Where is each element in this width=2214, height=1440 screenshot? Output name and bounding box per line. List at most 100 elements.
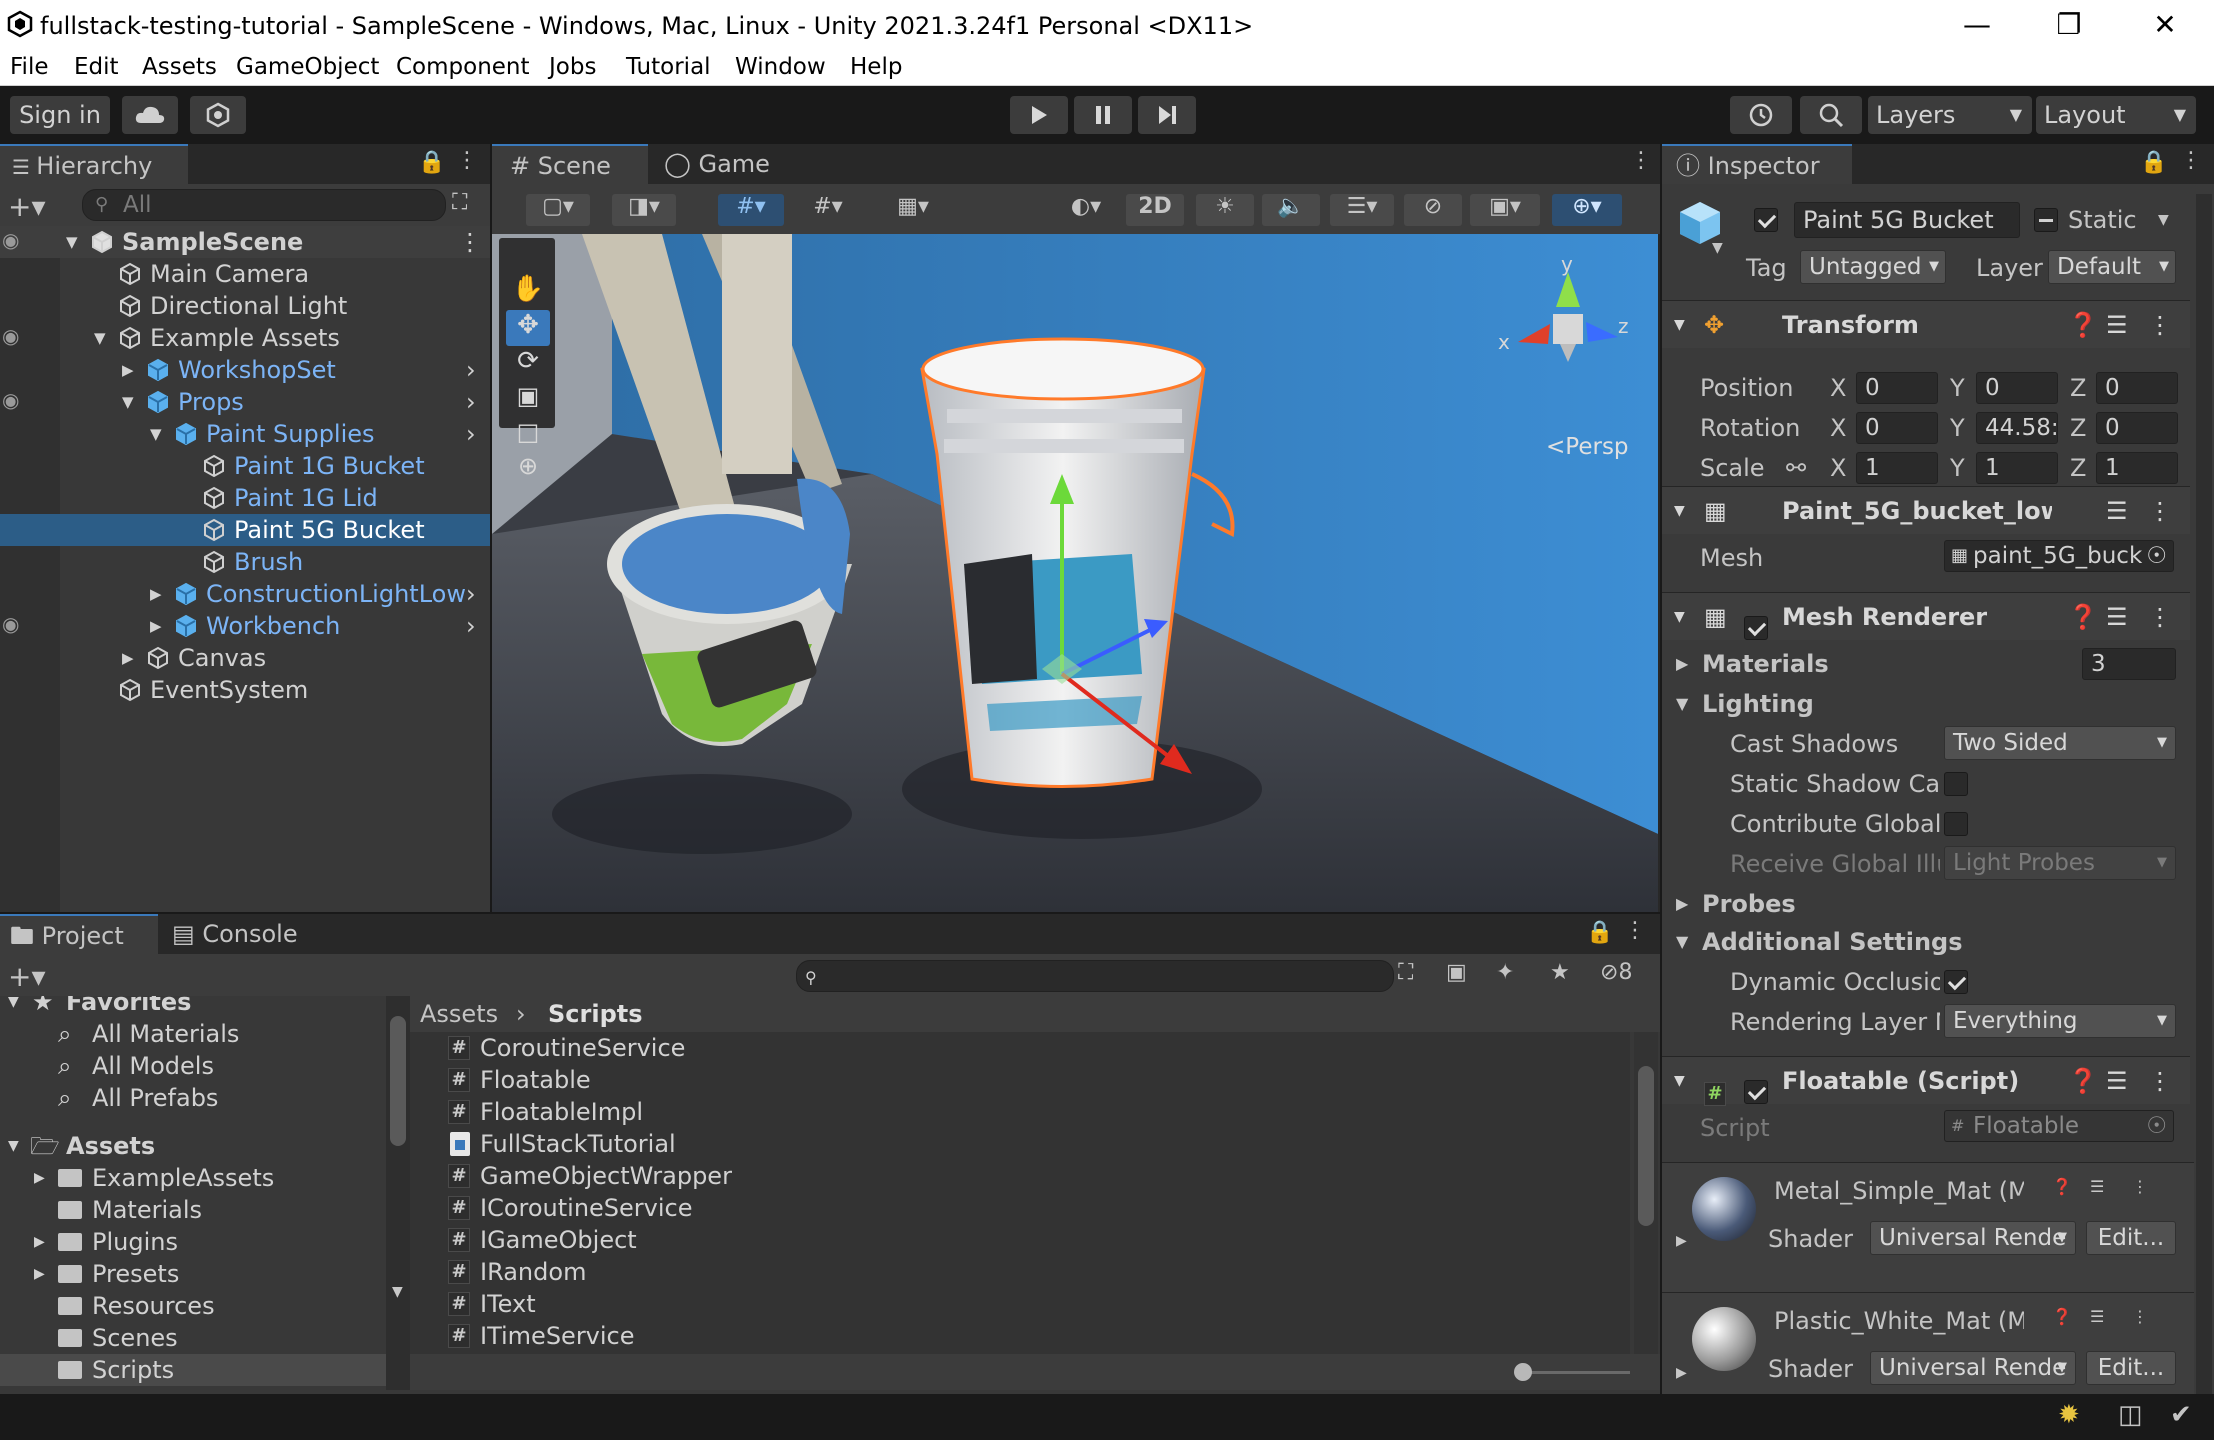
rotation-y-field[interactable]: 44.58: [1976, 412, 2058, 444]
scene-viewport[interactable]: ✋ ✥ ⟳ ▣ □ ⊕ y x z <Persp [492, 234, 1658, 912]
hierarchy-item[interactable]: ▶ Workbench › [0, 610, 490, 642]
maximize-button[interactable]: ❐ [2034, 4, 2104, 46]
scale-tool-icon[interactable]: ▣ [506, 382, 550, 418]
prefab-open-icon[interactable]: › [466, 386, 476, 418]
chevron-down-icon[interactable]: ▼ [1712, 240, 1723, 256]
hierarchy-item[interactable]: ▼ Example Assets [0, 322, 490, 354]
dynamic-occlusion-checkbox[interactable] [1944, 970, 1968, 994]
tab-project[interactable]: 🖿 Project [0, 914, 158, 954]
project-search-input[interactable]: ⚲ [796, 960, 1394, 992]
presets-icon[interactable]: ☰ [2090, 1177, 2104, 1196]
scale-z-field[interactable]: 1 [2096, 452, 2178, 484]
label-tag-icon[interactable]: ✦ [1496, 960, 1514, 985]
visibility-eye-icon[interactable]: ◉ [2, 388, 19, 412]
layout-dropdown[interactable]: Layout ▼ [2036, 96, 2196, 134]
tab-inspector[interactable]: ⓘ Inspector [1662, 144, 1852, 184]
presets-icon[interactable]: ☰ [2106, 301, 2128, 349]
folder-item[interactable]: ▶ Plugins [0, 1226, 386, 1258]
menu-edit[interactable]: Edit [74, 54, 119, 80]
chevron-down-icon[interactable]: ▼ [150, 418, 162, 450]
hierarchy-item[interactable]: Paint 1G Bucket [0, 450, 490, 482]
file-item[interactable]: # IGameObject [410, 1224, 1630, 1256]
more-menu-icon[interactable]: ⋮ [2180, 148, 2202, 173]
more-menu-icon[interactable]: ⋮ [1624, 918, 1646, 943]
add-icon[interactable]: +▾ [8, 190, 46, 223]
search-options-icon[interactable]: ⛶ [452, 190, 467, 215]
constrain-proportions-icon[interactable]: ⚯ [1786, 452, 1806, 484]
breadcrumb-assets[interactable]: Assets [420, 998, 498, 1030]
cache-server-icon[interactable]: ◫ [2118, 1400, 2143, 1430]
draw-mode-dropdown[interactable]: ▢▾ [526, 194, 590, 226]
folder-tree-scrollbar[interactable] [386, 996, 410, 1390]
gizmos-dropdown[interactable]: ⊕▾ [1552, 194, 1622, 226]
scale-x-field[interactable]: 1 [1856, 452, 1938, 484]
folder-item[interactable]: ▶ Presets [0, 1258, 386, 1290]
materials-count-field[interactable]: 3 [2082, 648, 2176, 680]
hand-tool-icon[interactable]: ✋ [506, 274, 550, 310]
rotation-x-field[interactable]: 0 [1856, 412, 1938, 444]
close-button[interactable]: ✕ [2130, 4, 2200, 46]
breadcrumb-scripts[interactable]: Scripts [548, 998, 643, 1030]
menu-window[interactable]: Window [735, 54, 826, 80]
add-icon[interactable]: +▾ [8, 960, 46, 993]
cloud-button[interactable] [122, 96, 178, 134]
more-menu-icon[interactable]: ⋮ [2132, 1307, 2148, 1326]
hierarchy-item[interactable]: Paint 1G Lid [0, 482, 490, 514]
scrollbar-thumb[interactable] [1638, 1066, 1654, 1226]
camera-dropdown[interactable]: ▣▾ [1470, 194, 1540, 226]
favorite-item[interactable]: ⌕ All Materials [0, 1018, 386, 1050]
effects-dropdown[interactable]: ☰▾ [1330, 194, 1394, 226]
presets-icon[interactable]: ☰ [2106, 1057, 2128, 1105]
chevron-down-icon[interactable]: ▼ [66, 226, 78, 258]
step-button[interactable] [1138, 96, 1196, 134]
folder-item[interactable]: ▶ ExampleAssets [0, 1162, 386, 1194]
more-menu-icon[interactable]: ⋮ [2148, 1057, 2172, 1105]
progress-check-icon[interactable]: ✔ [2170, 1400, 2192, 1430]
floatable-header[interactable]: ▼ # Floatable (Script) ❓ ☰ ⋮ [1662, 1056, 2190, 1106]
hierarchy-item[interactable]: Brush [0, 546, 490, 578]
scene-row[interactable]: ▼ SampleScene ⋮ [0, 226, 490, 258]
visibility-eye-icon[interactable]: ◉ [2, 612, 19, 636]
hidden-objects-icon[interactable]: ⊘ [1404, 194, 1462, 226]
hierarchy-item[interactable]: ▶ Canvas [0, 642, 490, 674]
ruler-dropdown[interactable]: ▦▾ [878, 194, 948, 226]
file-item[interactable]: FullStackTutorial [410, 1128, 1630, 1160]
tab-hierarchy[interactable]: ☰ Hierarchy [0, 144, 188, 184]
cast-shadows-dropdown[interactable]: Two Sided ▼ [1944, 726, 2176, 760]
search-by-type-icon[interactable]: ⛶ [1398, 960, 1413, 985]
snap-increment-dropdown[interactable]: #▾ [798, 194, 858, 226]
rendering-layer-dropdown[interactable]: Everything ▼ [1944, 1004, 2176, 1038]
chevron-right-icon[interactable]: ▶ [34, 1226, 45, 1258]
static-shadow-checkbox[interactable] [1944, 772, 1968, 796]
more-menu-icon[interactable]: ⋮ [1630, 148, 1652, 173]
icon-size-slider-thumb[interactable] [1514, 1363, 1532, 1381]
chevron-down-icon[interactable]: ▼ [1676, 932, 1688, 951]
file-item[interactable]: # FloatableImpl [410, 1096, 1630, 1128]
file-list-scrollbar[interactable] [1634, 1032, 1658, 1354]
mesh-filter-header[interactable]: ▼ ▦ Paint_5G_bucket_low (I ☰ ⋮ [1662, 486, 2190, 534]
assets-root-row[interactable]: ▼ 🗁 Assets [0, 1130, 386, 1162]
active-checkbox[interactable] [1754, 208, 1778, 232]
help-icon[interactable]: ❓ [2052, 1177, 2072, 1196]
scroll-down-icon[interactable]: ▼ [392, 1284, 403, 1300]
chevron-right-icon[interactable]: ▶ [150, 578, 162, 610]
toggle-2d-button[interactable]: 2D [1126, 194, 1184, 226]
menu-file[interactable]: File [10, 54, 49, 80]
contribute-gi-checkbox[interactable] [1944, 812, 1968, 836]
more-menu-icon[interactable]: ⋮ [2148, 301, 2172, 349]
mesh-renderer-checkbox[interactable] [1744, 603, 1768, 651]
more-menu-icon[interactable]: ⋮ [458, 226, 482, 258]
help-icon[interactable]: ❓ [2068, 593, 2098, 641]
folder-item[interactable]: Resources [0, 1290, 386, 1322]
sign-in-button[interactable]: Sign in [10, 96, 110, 134]
layers-dropdown[interactable]: Layers ▼ [1868, 96, 2032, 134]
chevron-right-icon[interactable]: ▶ [1676, 894, 1688, 913]
help-icon[interactable]: ❓ [2052, 1307, 2072, 1326]
tab-scene[interactable]: # Scene [492, 144, 648, 184]
help-icon[interactable]: ❓ [2068, 301, 2098, 349]
play-button[interactable] [1010, 96, 1068, 134]
hierarchy-item[interactable]: Directional Light [0, 290, 490, 322]
presets-icon[interactable]: ☰ [2106, 487, 2128, 535]
file-item[interactable]: # CoroutineService [410, 1032, 1630, 1064]
tab-console[interactable]: ▤ Console [172, 914, 322, 954]
